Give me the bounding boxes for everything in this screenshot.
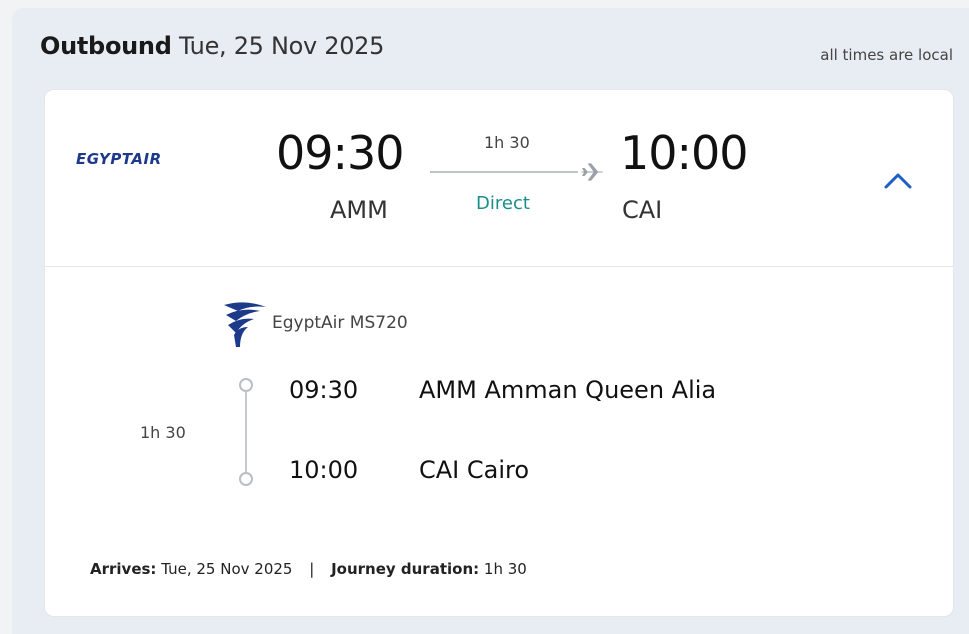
journey-footer: Arrives: Tue, 25 Nov 2025 | Journey dura… <box>90 560 527 578</box>
footer-separator: | <box>309 560 315 578</box>
journey-duration-label: Journey duration: <box>331 560 480 578</box>
arrival-code: CAI <box>622 196 663 224</box>
departure-code: AMM <box>330 196 388 224</box>
segment-departure-place: AMM Amman Queen Alia <box>419 376 717 404</box>
route-line <box>430 171 578 173</box>
timeline-line <box>245 392 247 474</box>
chevron-up-icon[interactable] <box>880 165 916 197</box>
outbound-title: Outbound Tue, 25 Nov 2025 <box>40 32 384 60</box>
flight-duration: 1h 30 <box>484 133 530 152</box>
card-divider <box>44 266 954 267</box>
segment-arrival-place: CAI Cairo <box>419 456 530 484</box>
departure-dot-icon <box>239 378 253 392</box>
egyptair-horus-logo <box>224 302 266 347</box>
arrival-dot-icon <box>239 472 253 486</box>
journey-duration-value: 1h 30 <box>483 560 527 578</box>
departure-time: 09:30 <box>276 126 405 180</box>
arrives-value: Tue, 25 Nov 2025 <box>161 560 293 578</box>
arrives-label: Arrives: <box>90 560 157 578</box>
direct-label: Direct <box>476 193 530 214</box>
arrival-time: 10:00 <box>620 126 749 180</box>
egyptair-logo: EGYPTAIR <box>76 150 162 168</box>
segment-arrival-time: 10:00 <box>289 456 359 484</box>
segment-duration: 1h 30 <box>140 423 186 442</box>
outbound-label: Outbound <box>40 32 172 60</box>
segment-airline-flight: EgyptAir MS720 <box>272 313 408 333</box>
flight-card <box>44 89 954 617</box>
segment-departure-time: 09:30 <box>289 376 359 404</box>
plane-icon <box>581 163 603 181</box>
outbound-date: Tue, 25 Nov 2025 <box>178 32 385 60</box>
local-times-note: all times are local <box>820 46 953 64</box>
